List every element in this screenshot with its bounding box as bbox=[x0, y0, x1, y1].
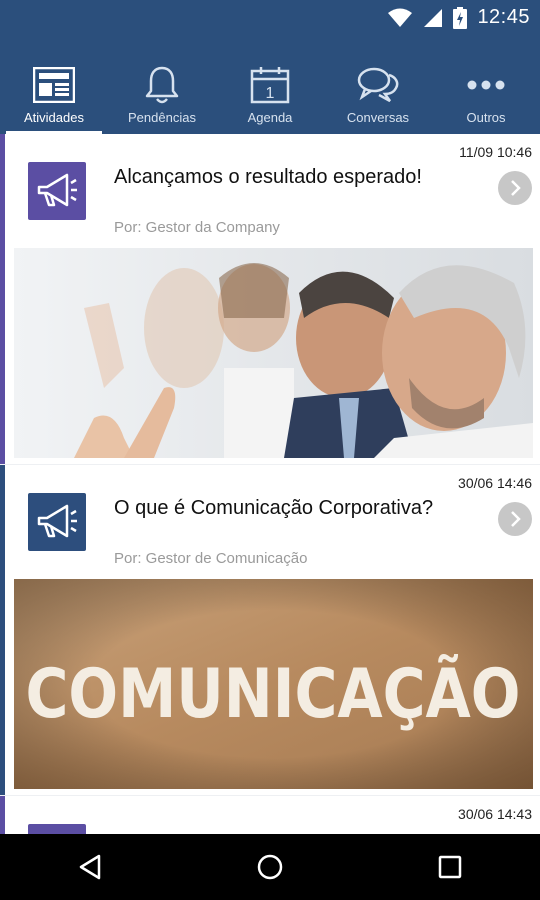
more-dots-icon bbox=[467, 80, 505, 90]
feed-card[interactable]: 30/06 14:46 O que é Comunicação Corporat… bbox=[0, 465, 540, 795]
feed-card[interactable]: 30/06 14:43 bbox=[0, 796, 540, 834]
megaphone-icon bbox=[37, 173, 77, 207]
chevron-right-icon bbox=[511, 180, 521, 196]
back-triangle-icon bbox=[79, 854, 101, 880]
top-tab-bar: Atividades Pendências 1 Agenda Conversas… bbox=[0, 36, 540, 134]
wifi-icon bbox=[388, 8, 413, 27]
tab-label: Conversas bbox=[346, 110, 410, 125]
calendar-icon: 1 bbox=[250, 67, 290, 104]
card-accent-stripe bbox=[0, 796, 5, 834]
card-accent-stripe bbox=[0, 465, 5, 795]
card-image-comunicacao[interactable]: COMUNICAÇÃO bbox=[14, 579, 533, 789]
tab-outros[interactable]: Outros bbox=[432, 36, 540, 134]
card-avatar bbox=[28, 824, 86, 834]
home-button[interactable] bbox=[240, 837, 300, 897]
banner-text: COMUNICAÇÃO bbox=[26, 654, 521, 734]
card-author: Por: Gestor de Comunicação bbox=[114, 550, 308, 567]
home-circle-icon bbox=[257, 854, 283, 880]
newspaper-icon bbox=[33, 67, 75, 103]
open-card-button[interactable] bbox=[498, 502, 532, 536]
signal-icon bbox=[424, 8, 443, 27]
card-author: Por: Gestor da Company bbox=[114, 219, 280, 236]
comunicacao-banner: COMUNICAÇÃO bbox=[14, 579, 533, 789]
card-accent-stripe bbox=[0, 134, 5, 464]
card-image-applause[interactable] bbox=[14, 248, 533, 458]
status-bar: 12:45 bbox=[0, 0, 540, 36]
card-avatar bbox=[28, 162, 86, 220]
open-card-button[interactable] bbox=[498, 171, 532, 205]
tab-label: Outros bbox=[466, 110, 506, 125]
recents-button[interactable] bbox=[420, 837, 480, 897]
tab-atividades[interactable]: Atividades bbox=[0, 36, 108, 134]
card-date: 30/06 14:43 bbox=[458, 806, 532, 822]
tab-conversas[interactable]: Conversas bbox=[324, 36, 432, 134]
card-title[interactable]: O que é Comunicação Corporativa? bbox=[114, 495, 494, 521]
recents-square-icon bbox=[438, 855, 462, 879]
card-date: 11/09 10:46 bbox=[459, 144, 532, 160]
battery-icon bbox=[453, 6, 468, 29]
system-nav-bar bbox=[0, 834, 540, 900]
megaphone-icon bbox=[37, 504, 77, 538]
tab-label: Pendências bbox=[128, 110, 196, 125]
tab-label: Agenda bbox=[247, 110, 293, 125]
bell-icon bbox=[145, 66, 179, 104]
back-button[interactable] bbox=[60, 837, 120, 897]
tab-pendencias[interactable]: Pendências bbox=[108, 36, 216, 134]
activity-feed[interactable]: 11/09 10:46 Alcançamos o resultado esper… bbox=[0, 134, 540, 834]
tab-agenda[interactable]: 1 Agenda bbox=[216, 36, 324, 134]
calendar-day: 1 bbox=[266, 85, 275, 102]
chat-bubbles-icon bbox=[357, 67, 399, 103]
chevron-right-icon bbox=[511, 511, 521, 527]
card-avatar bbox=[28, 493, 86, 551]
applauding-people-photo bbox=[14, 248, 533, 458]
tab-label: Atividades bbox=[24, 110, 84, 125]
feed-card[interactable]: 11/09 10:46 Alcançamos o resultado esper… bbox=[0, 134, 540, 464]
card-date: 30/06 14:46 bbox=[458, 475, 532, 491]
status-clock: 12:45 bbox=[477, 6, 530, 28]
card-title[interactable]: Alcançamos o resultado esperado! bbox=[114, 164, 494, 190]
